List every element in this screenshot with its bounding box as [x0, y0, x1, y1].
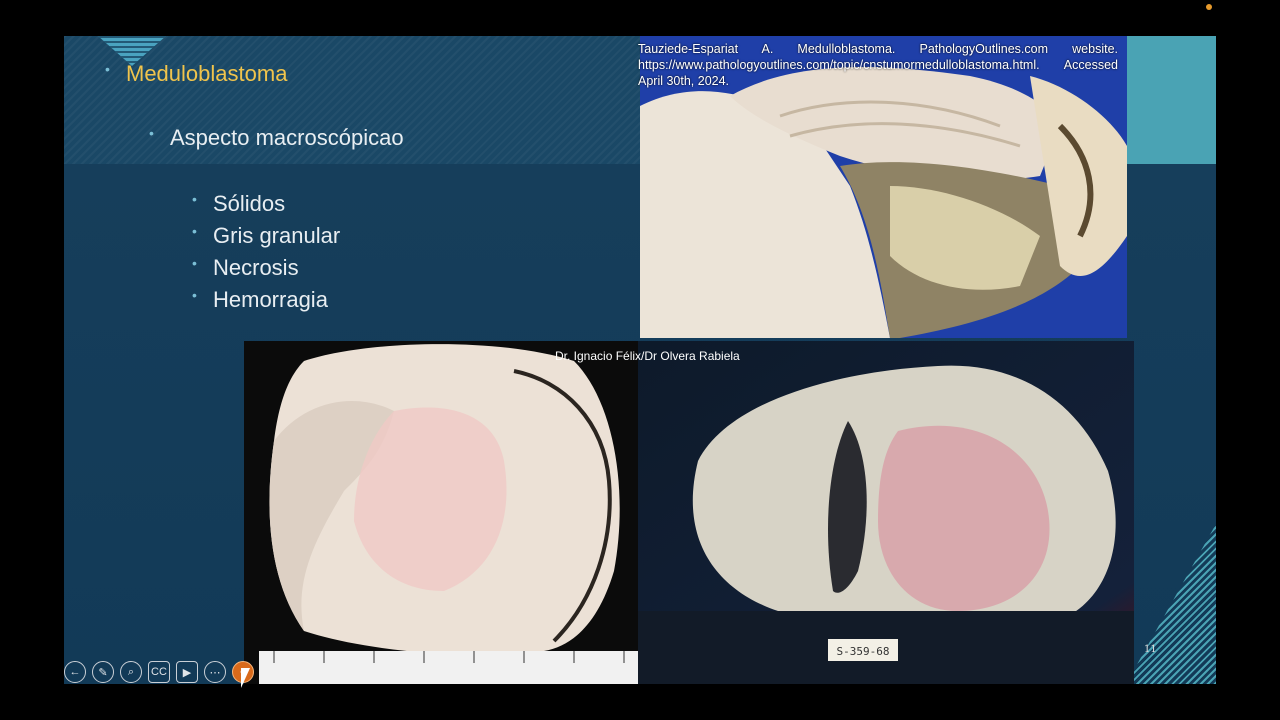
- list-item: • Hemorragia: [192, 287, 328, 312]
- photo-credit: Dr. Ignacio Félix/Dr Olvera Rabiela: [555, 349, 740, 363]
- list-item: • Necrosis: [192, 255, 299, 280]
- closed-caption-icon[interactable]: CC: [148, 661, 170, 683]
- specimen-tag: S-359-68: [837, 645, 890, 658]
- decorative-right-band: [1126, 36, 1216, 164]
- decorative-right-lines: [1126, 524, 1216, 684]
- specimen-photo-tumor: S-359-68: [638, 341, 1134, 684]
- pen-icon[interactable]: ✎: [92, 661, 114, 683]
- presenter-toolbar: ← ✎ ⌕ CC ▶ ⋯ ●: [64, 658, 254, 686]
- mouse-cursor-icon: [241, 668, 250, 688]
- video-camera-icon[interactable]: ▶: [176, 661, 198, 683]
- list-item: • Sólidos: [192, 191, 286, 216]
- slide-subtitle: • Aspecto macroscópicao: [149, 125, 404, 150]
- slide-number: 11: [1144, 644, 1157, 655]
- slide-title: • Meduloblastoma: [105, 61, 288, 86]
- more-icon[interactable]: ⋯: [204, 661, 226, 683]
- specimen-photo-cerebellum: [244, 341, 638, 684]
- list-item: • Gris granular: [192, 223, 341, 248]
- recording-indicator: [1206, 4, 1212, 10]
- slide: • Meduloblastoma • Aspecto macroscópicao •…: [64, 36, 1216, 684]
- citation-text: Tauziede-Espariat A. Medulloblastoma. Pa…: [638, 42, 1118, 88]
- zoom-icon[interactable]: ⌕: [120, 661, 142, 683]
- back-arrow-icon[interactable]: ←: [64, 661, 86, 683]
